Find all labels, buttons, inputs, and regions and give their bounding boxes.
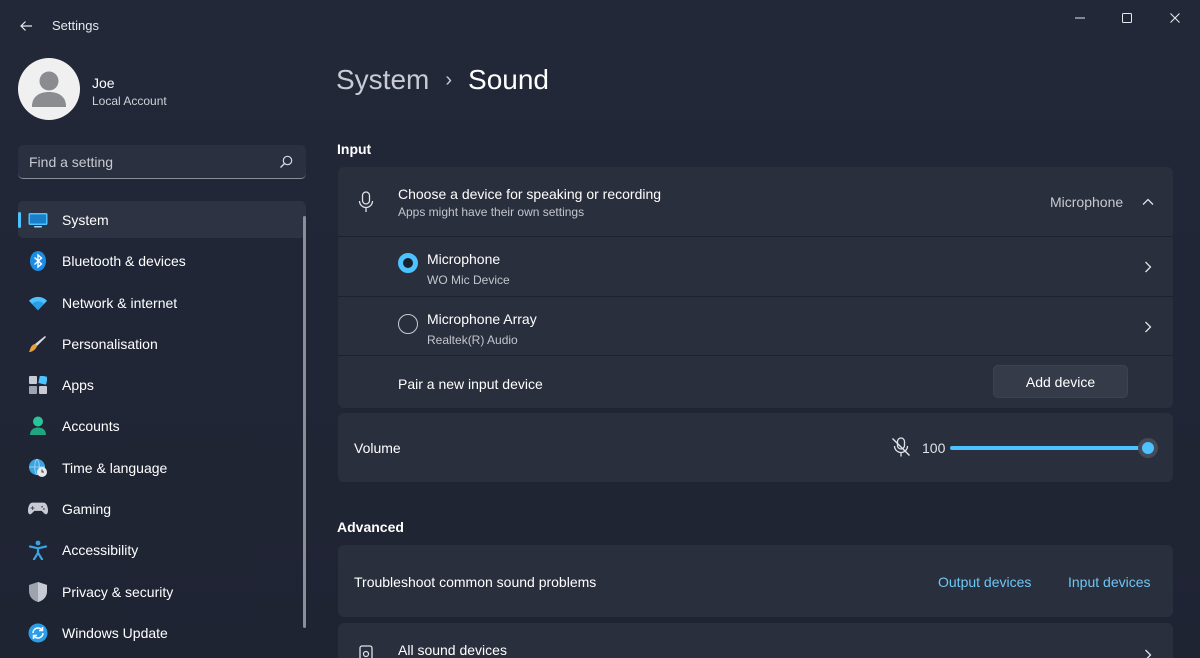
- sidebar-item-label: Windows Update: [62, 624, 168, 641]
- close-icon: [1170, 13, 1180, 23]
- breadcrumb: System › Sound: [336, 60, 549, 100]
- device-radio-microphone-array[interactable]: [398, 314, 418, 334]
- search-box: [18, 145, 306, 179]
- sidebar-item-privacy-security[interactable]: Privacy & security: [18, 573, 306, 610]
- gamepad-icon: [28, 499, 48, 519]
- sidebar-item-label: Network & internet: [62, 294, 178, 311]
- breadcrumb-separator: ›: [445, 68, 453, 91]
- input-device-chooser[interactable]: Choose a device for speaking or recordin…: [338, 167, 1173, 236]
- selected-device-value: Microphone: [1050, 194, 1124, 210]
- volume-label: Volume: [354, 440, 401, 456]
- troubleshoot-card: Troubleshoot common sound problems Outpu…: [338, 545, 1173, 617]
- sidebar-nav: System Bluetooth & devices Network & int…: [18, 201, 306, 655]
- speaker-device-icon: [359, 645, 373, 658]
- input-section-title: Input: [337, 141, 372, 157]
- title-bar: Settings: [0, 0, 1200, 52]
- shield-icon: [28, 581, 48, 602]
- wifi-icon: [28, 293, 48, 313]
- device-detail: WO Mic Device: [427, 273, 510, 287]
- sidebar-item-label: Time & language: [62, 459, 168, 476]
- volume-slider-track[interactable]: [950, 446, 1148, 450]
- back-button[interactable]: [14, 14, 38, 38]
- system-icon: [28, 210, 48, 230]
- device-row-microphone-array[interactable]: Microphone Array Realtek(R) Audio: [338, 296, 1173, 355]
- chevron-right-icon[interactable]: [1140, 647, 1156, 658]
- microphone-mute-icon[interactable]: [890, 436, 912, 458]
- accounts-icon: [28, 416, 48, 436]
- chevron-right-icon[interactable]: [1140, 319, 1156, 335]
- all-sound-devices-label: All sound devices: [398, 642, 507, 658]
- sidebar-item-gaming[interactable]: Gaming: [18, 490, 306, 527]
- avatar: [18, 58, 80, 120]
- sidebar-item-apps[interactable]: Apps: [18, 366, 306, 403]
- sidebar-item-windows-update[interactable]: Windows Update: [18, 614, 306, 651]
- volume-slider-thumb[interactable]: [1138, 438, 1158, 458]
- sidebar-item-label: Accessibility: [62, 542, 139, 559]
- chevron-right-icon[interactable]: [1140, 259, 1156, 275]
- sidebar-item-label: Privacy & security: [62, 583, 174, 600]
- app-title: Settings: [52, 18, 99, 33]
- back-arrow-icon: [20, 21, 32, 31]
- breadcrumb-parent[interactable]: System: [336, 64, 429, 96]
- globe-clock-icon: [28, 458, 48, 478]
- chooser-title: Choose a device for speaking or recordin…: [398, 186, 662, 202]
- chooser-subtitle: Apps might have their own settings: [398, 205, 585, 219]
- sidebar-item-label: Gaming: [62, 501, 112, 518]
- sidebar-item-system[interactable]: System: [18, 201, 306, 238]
- minimize-button[interactable]: [1057, 6, 1103, 30]
- user-name: Joe: [92, 75, 115, 91]
- all-sound-devices-row[interactable]: All sound devices: [338, 623, 1173, 658]
- close-button[interactable]: [1152, 6, 1198, 30]
- pair-device-label: Pair a new input device: [398, 376, 543, 392]
- sidebar-item-time-language[interactable]: Time & language: [18, 449, 306, 486]
- advanced-section-title: Advanced: [337, 519, 404, 535]
- bluetooth-icon: [28, 251, 48, 272]
- input-devices-link[interactable]: Input devices: [1068, 574, 1151, 590]
- sidebar-scrollbar[interactable]: [303, 216, 306, 628]
- sidebar-item-personalisation[interactable]: Personalisation: [18, 325, 306, 362]
- minimize-icon: [1075, 17, 1085, 19]
- device-name: Microphone Array: [427, 311, 537, 327]
- brush-icon: [28, 334, 48, 354]
- settings-window: Settings Joe Local Account Find a settin…: [0, 0, 1200, 658]
- page-title: Sound: [468, 64, 549, 95]
- chevron-up-icon[interactable]: [1140, 194, 1156, 210]
- sidebar-item-bluetooth[interactable]: Bluetooth & devices: [18, 242, 306, 279]
- sidebar-item-label: Personalisation: [62, 335, 158, 352]
- account-type: Local Account: [92, 94, 167, 108]
- accessibility-icon: [28, 540, 48, 561]
- volume-card: Volume 100: [338, 413, 1173, 482]
- device-detail: Realtek(R) Audio: [427, 333, 518, 347]
- apps-icon: [28, 375, 48, 395]
- sidebar-item-accounts[interactable]: Accounts: [18, 407, 306, 444]
- search-icon[interactable]: [278, 154, 294, 170]
- sidebar-item-label: Apps: [62, 377, 94, 394]
- pair-input-device-row: Pair a new input device Add device: [338, 355, 1173, 408]
- sidebar-item-label: Bluetooth & devices: [62, 253, 186, 270]
- output-devices-link[interactable]: Output devices: [938, 574, 1031, 590]
- volume-value: 100: [922, 440, 946, 456]
- device-name: Microphone: [427, 251, 501, 267]
- sidebar-item-label: System: [62, 212, 109, 228]
- microphone-icon: [358, 191, 374, 212]
- sidebar-item-label: Accounts: [62, 418, 120, 435]
- add-device-button[interactable]: Add device: [993, 365, 1128, 398]
- maximize-button[interactable]: [1104, 6, 1150, 30]
- device-radio-microphone[interactable]: [398, 253, 418, 273]
- sidebar-item-network[interactable]: Network & internet: [18, 284, 306, 321]
- search-input[interactable]: [18, 145, 268, 178]
- device-row-microphone[interactable]: Microphone WO Mic Device: [338, 236, 1173, 296]
- troubleshoot-label: Troubleshoot common sound problems: [354, 574, 597, 590]
- maximize-icon: [1122, 13, 1132, 23]
- update-icon: [28, 623, 48, 643]
- sidebar-item-accessibility[interactable]: Accessibility: [18, 531, 306, 568]
- person-icon: [32, 71, 66, 107]
- input-device-card: Choose a device for speaking or recordin…: [338, 167, 1173, 408]
